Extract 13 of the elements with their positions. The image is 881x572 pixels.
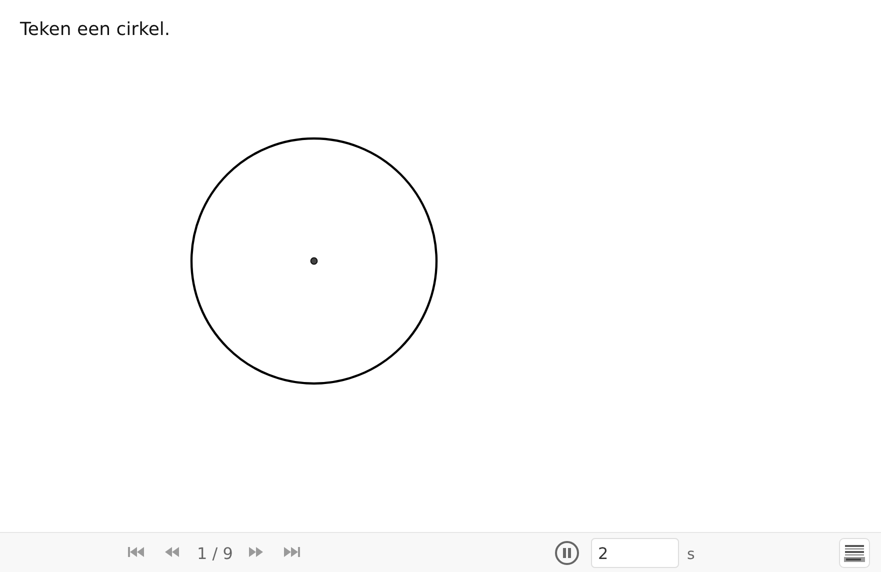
skip-to-end-icon bbox=[284, 547, 300, 557]
unit-label: s bbox=[687, 544, 695, 565]
pause-icon bbox=[562, 548, 572, 558]
skip-to-start-icon bbox=[128, 547, 144, 557]
rewind-icon bbox=[164, 547, 180, 557]
interval-input-field[interactable]: 2 bbox=[591, 538, 679, 568]
step-counter: 1 / 9 bbox=[197, 543, 233, 565]
instruction-text: Teken een cirkel. bbox=[20, 18, 170, 42]
fast-forward-icon bbox=[248, 547, 264, 557]
center-point bbox=[310, 257, 318, 265]
pause-button[interactable] bbox=[555, 541, 579, 565]
algebra-icon bbox=[844, 544, 865, 562]
algebra-view-button[interactable] bbox=[839, 538, 870, 568]
